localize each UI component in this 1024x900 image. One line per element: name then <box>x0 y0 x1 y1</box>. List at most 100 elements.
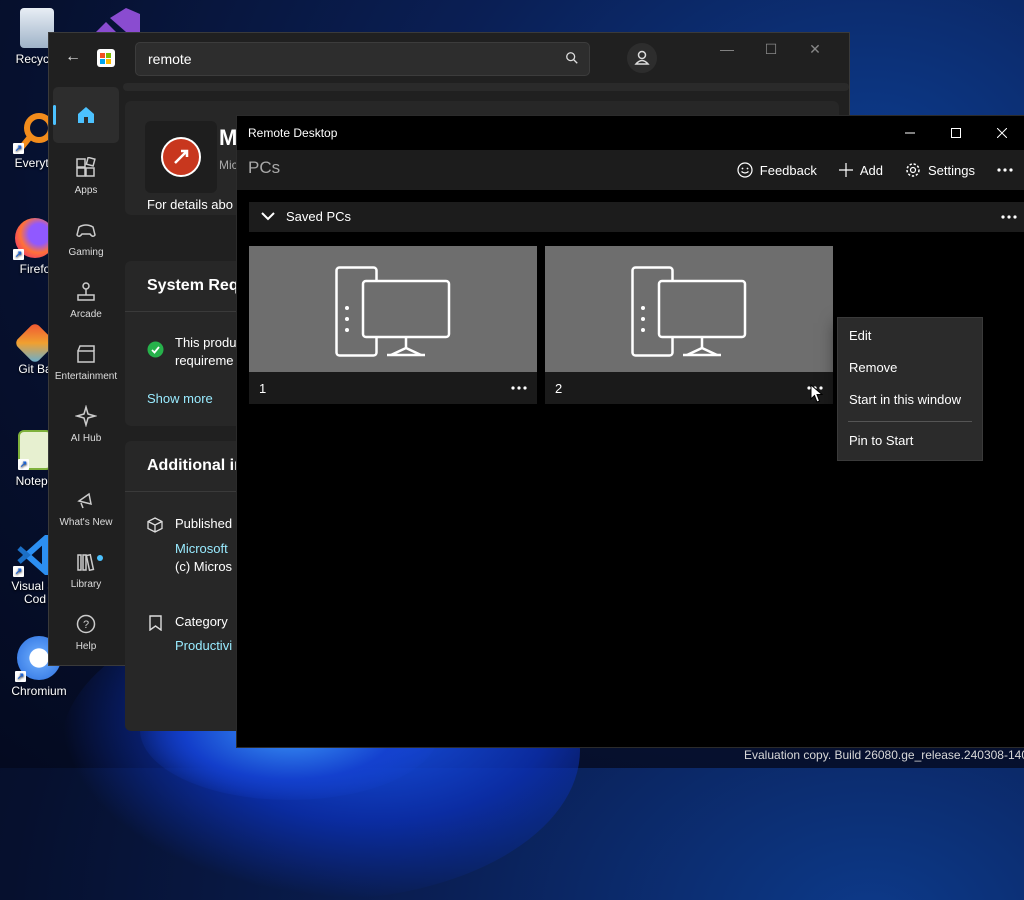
command-bar: PCs Feedback Add Settings <box>237 150 1024 190</box>
pc-tile[interactable]: 2 <box>545 246 833 404</box>
minimize-icon[interactable]: — <box>705 41 749 57</box>
group-label: Saved PCs <box>286 209 352 224</box>
settings-button[interactable]: Settings <box>905 162 975 178</box>
app-icon-tile <box>145 121 217 193</box>
library-update-dot <box>97 555 103 561</box>
pc-tile[interactable]: 1 <box>249 246 537 404</box>
nav-whats-new[interactable]: What's New <box>53 481 119 537</box>
menu-item-edit[interactable]: Edit <box>849 328 871 343</box>
desktop-computer-icon <box>631 266 747 357</box>
maximize-icon[interactable]: ☐ <box>749 41 793 58</box>
feedback-label: Feedback <box>759 162 817 178</box>
close-icon <box>997 128 1007 138</box>
pc-name: 1 <box>259 381 267 396</box>
page-title: PCs <box>248 158 281 177</box>
nav-apps[interactable]: Apps <box>53 149 119 205</box>
back-arrow-icon[interactable]: ← <box>63 47 83 67</box>
scroll-region-top <box>123 83 849 91</box>
nav-home[interactable] <box>53 87 119 143</box>
desktop-icon-label: Chromium <box>11 684 67 698</box>
category-label: Category <box>175 614 228 629</box>
close-icon[interactable]: ✕ <box>793 41 837 58</box>
category-link[interactable]: Productivi <box>175 638 232 653</box>
nav-label: Arcade <box>70 309 102 320</box>
visual-studio-icon[interactable] <box>96 8 140 32</box>
user-icon <box>634 50 650 65</box>
window-controls <box>887 116 1024 150</box>
store-logo-icon <box>97 49 115 67</box>
nav-label: Help <box>75 641 97 652</box>
remote-desktop-icon <box>161 137 201 177</box>
notepad-plus-plus-icon: ↗ <box>18 430 52 470</box>
pc-more-options-icon[interactable] <box>511 386 527 390</box>
plus-icon <box>838 163 853 177</box>
pc-name: 2 <box>555 381 563 396</box>
evaluation-watermark: Evaluation copy. Build 26080.ge_release.… <box>744 748 1024 762</box>
menu-item-pin-to-start[interactable]: Pin to Start <box>849 433 913 448</box>
desktop-computer-icon <box>335 266 451 357</box>
show-more-link[interactable]: Show more <box>147 391 213 406</box>
library-icon <box>77 553 95 572</box>
add-label: Add <box>859 162 884 178</box>
store-search-box <box>135 42 590 76</box>
help-icon: ? <box>76 614 96 634</box>
chevron-down-icon <box>261 212 275 221</box>
app-title: M <box>219 125 238 150</box>
app-publisher[interactable]: Mic <box>219 158 238 172</box>
nav-arcade[interactable]: Arcade <box>53 273 119 329</box>
mouse-pointer-icon <box>810 384 824 403</box>
requirements-text-line2: requireme <box>175 353 234 368</box>
add-button[interactable]: Add <box>838 162 884 178</box>
megaphone-icon <box>77 492 92 509</box>
pc-context-menu: Edit Remove Start in this window Pin to … <box>837 317 983 461</box>
account-button[interactable] <box>627 43 657 73</box>
requirements-text: This produ <box>175 335 237 350</box>
apps-icon <box>76 157 96 177</box>
gear-icon <box>906 163 920 177</box>
store-sidebar: Apps Gaming Arcade Entertainment AI Hub … <box>49 83 123 665</box>
feedback-button[interactable]: Feedback <box>737 162 817 178</box>
pc-thumbnail <box>249 246 537 372</box>
nav-ai-hub[interactable]: AI Hub <box>53 397 119 453</box>
nav-help[interactable]: ? Help <box>53 605 119 661</box>
svg-text:?: ? <box>83 619 89 631</box>
search-input[interactable] <box>146 43 550 75</box>
minimize-icon <box>905 132 915 134</box>
package-icon <box>147 517 163 533</box>
sparkle-icon <box>75 405 97 427</box>
published-by-label: Published <box>175 516 233 531</box>
nav-label: Apps <box>74 185 98 196</box>
nav-gaming[interactable]: Gaming <box>53 211 119 267</box>
store-window-controls: — ☐ ✕ <box>705 41 837 58</box>
app-details-text: For details abo <box>147 197 233 212</box>
bookmark-icon <box>149 615 162 631</box>
settings-label: Settings <box>928 162 975 178</box>
close-button[interactable] <box>979 116 1024 150</box>
group-more-options-icon[interactable] <box>1001 215 1017 219</box>
more-options-icon[interactable] <box>997 168 1013 172</box>
nav-library[interactable]: Library <box>53 543 119 599</box>
home-icon <box>78 107 94 123</box>
check-circle-icon <box>147 341 164 358</box>
maximize-icon <box>951 128 961 138</box>
maximize-button[interactable] <box>933 116 979 150</box>
menu-item-remove[interactable]: Remove <box>849 360 897 375</box>
menu-separator <box>848 421 972 422</box>
nav-label: What's New <box>59 517 113 528</box>
saved-pcs-group-header[interactable]: Saved PCs <box>249 202 1024 232</box>
system-requirements-title: System Requ <box>147 277 249 294</box>
minimize-button[interactable] <box>887 116 933 150</box>
window-title: Remote Desktop <box>248 126 338 140</box>
menu-item-start-in-window[interactable]: Start in this window <box>849 392 961 407</box>
joystick-icon <box>77 282 95 301</box>
search-icon[interactable] <box>565 51 579 65</box>
copyright-text: (c) Micros <box>175 559 233 574</box>
nav-label: AI Hub <box>70 433 102 444</box>
store-titlebar: ← —☐✕ <box>49 33 849 83</box>
publisher-link[interactable]: Microsoft <box>175 541 228 556</box>
command-actions: Feedback Add Settings <box>737 150 1024 190</box>
nav-label: Gaming <box>68 247 104 258</box>
nav-label: Library <box>70 579 102 590</box>
nav-entertainment[interactable]: Entertainment <box>53 335 119 391</box>
pc-thumbnail <box>545 246 833 372</box>
